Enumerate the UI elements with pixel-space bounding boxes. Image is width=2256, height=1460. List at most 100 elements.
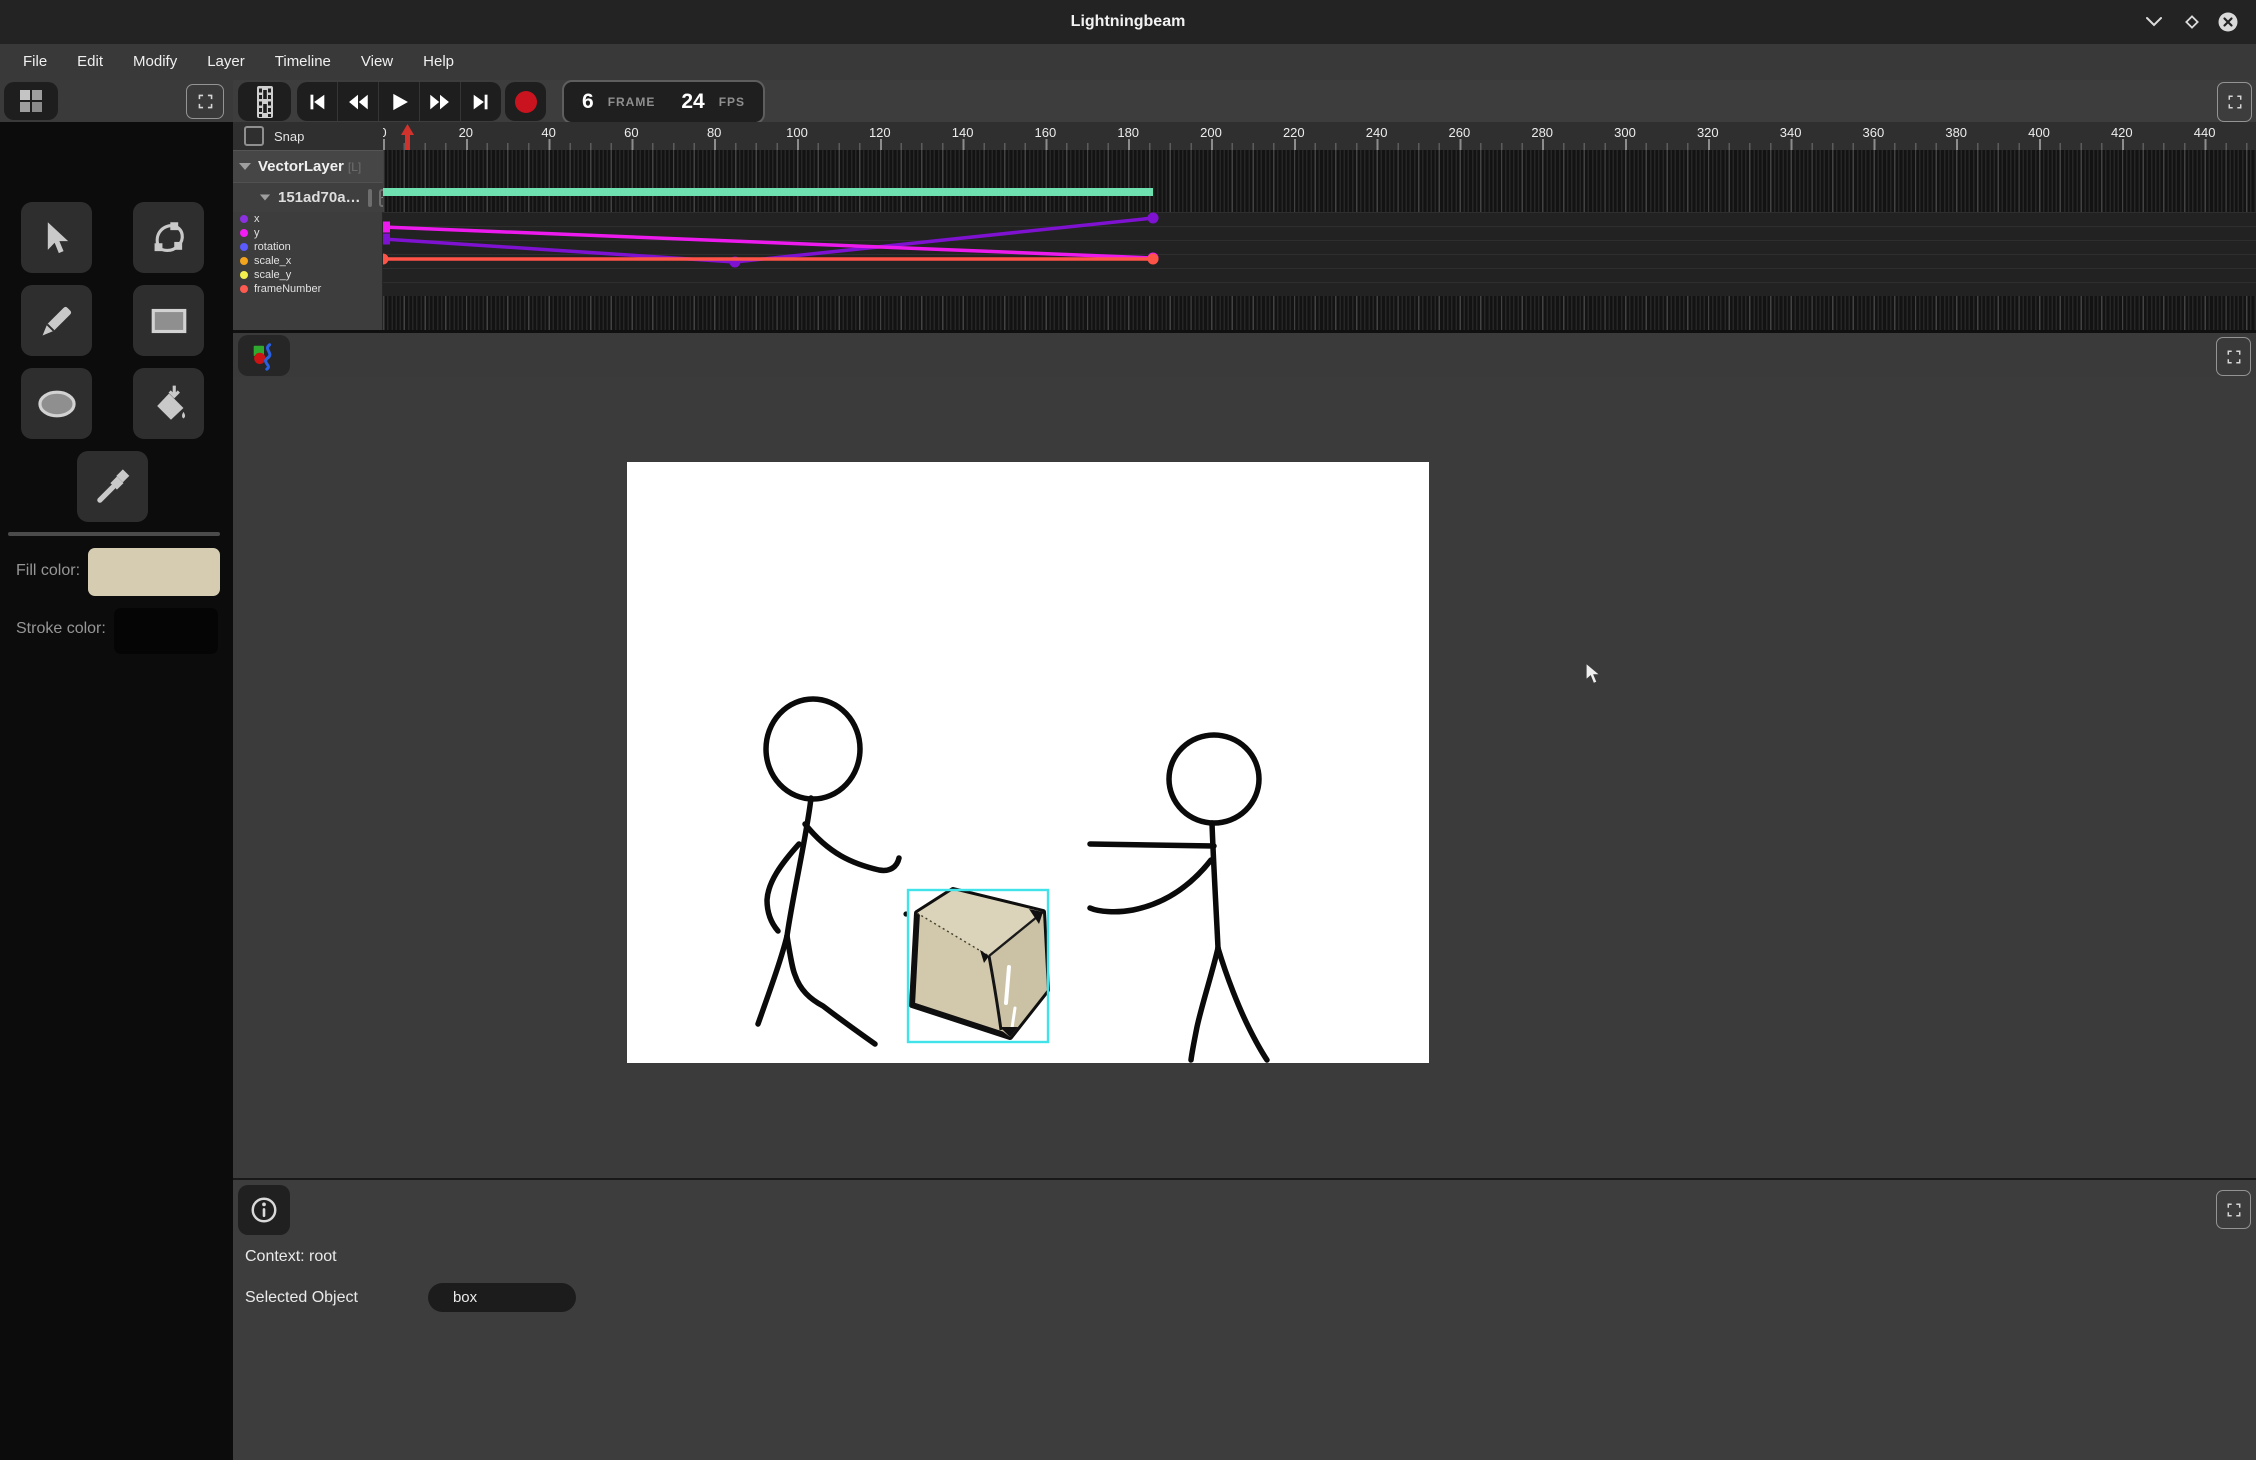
menu-view[interactable]: View — [348, 44, 406, 80]
expand-icon — [2226, 349, 2242, 365]
ruler-label: 380 — [1945, 125, 1967, 140]
frame-label: FRAME — [608, 95, 656, 109]
ellipse-icon — [36, 383, 78, 425]
property-row-y[interactable]: y — [233, 226, 383, 240]
property-color-dot — [240, 229, 248, 237]
keyframe-span-bar[interactable] — [383, 188, 1153, 196]
selected-object-label: Selected Object — [245, 1289, 358, 1307]
property-row-x[interactable]: x — [233, 212, 383, 226]
app-window: Lightningbeam FileEditModifyLayerTimelin… — [0, 0, 2256, 1460]
track-swatch-button[interactable] — [368, 189, 372, 207]
ruler-label: 240 — [1366, 125, 1388, 140]
playhead-marker[interactable] — [400, 124, 415, 150]
play-icon — [386, 89, 412, 115]
close-button[interactable] — [2214, 8, 2242, 36]
snap-checkbox[interactable] — [244, 126, 264, 146]
track-row[interactable]: 151ad70a… ~ — [233, 182, 383, 212]
collapse-caret-icon[interactable] — [260, 195, 270, 201]
canvas-panel-header — [233, 333, 2256, 377]
selected-object-row: Selected Object box — [245, 1283, 576, 1312]
rectangle-tool-button[interactable] — [133, 285, 204, 356]
rewind-button[interactable] — [338, 82, 379, 121]
property-row-scale_y[interactable]: scale_y — [233, 268, 383, 282]
curve-editor-area[interactable] — [383, 212, 2256, 296]
timeline-expand-button[interactable] — [2217, 82, 2252, 122]
fill-color-swatch[interactable] — [88, 548, 220, 596]
select-tool-button[interactable] — [21, 202, 92, 273]
ruler-label: 80 — [707, 125, 721, 140]
menu-timeline[interactable]: Timeline — [262, 44, 344, 80]
keyframe-marker — [1148, 213, 1159, 224]
canvas-area[interactable] — [233, 377, 2256, 1178]
shade-button[interactable] — [2140, 8, 2168, 36]
shapes-icon — [249, 341, 279, 371]
record-icon — [515, 91, 537, 113]
context-text: Context: root — [245, 1248, 337, 1266]
object-track-strip[interactable] — [383, 182, 2256, 212]
film-button[interactable] — [238, 82, 291, 121]
inspector-expand-button[interactable] — [2216, 1190, 2251, 1229]
node-editor-tool-button[interactable] — [133, 202, 204, 273]
property-row-frameNumber[interactable]: frameNumber — [233, 282, 383, 296]
layer-track-strip[interactable] — [383, 150, 2256, 182]
menu-file[interactable]: File — [10, 44, 60, 80]
node-editor-icon — [148, 217, 190, 259]
tools-expand-button[interactable] — [186, 84, 224, 119]
menu-modify[interactable]: Modify — [120, 44, 190, 80]
ruler-label: 360 — [1863, 125, 1885, 140]
skip-to-start-button[interactable] — [297, 82, 338, 121]
layer-name: VectorLayer — [258, 158, 344, 175]
stroke-color-label: Stroke color: — [16, 620, 106, 638]
info-button[interactable] — [238, 1185, 290, 1235]
record-button[interactable] — [505, 82, 546, 121]
timeline-ruler[interactable]: 0204060801001201401601802002202402602803… — [383, 122, 2256, 150]
stroke-color-swatch[interactable] — [114, 608, 218, 654]
property-label: y — [254, 227, 260, 239]
tools-scrollbar[interactable] — [8, 532, 220, 536]
canvas-mode-button[interactable] — [238, 335, 290, 376]
property-row-scale_x[interactable]: scale_x — [233, 254, 383, 268]
property-row-rotation[interactable]: rotation — [233, 240, 383, 254]
expand-icon — [197, 93, 214, 110]
ruler-label: 440 — [2194, 125, 2216, 140]
ellipse-tool-button[interactable] — [21, 368, 92, 439]
keyframe-marker — [383, 254, 389, 265]
snap-row: Snap — [233, 122, 383, 150]
menu-layer[interactable]: Layer — [194, 44, 258, 80]
ruler-label: 0 — [383, 125, 387, 140]
box-object — [903, 890, 1047, 1037]
rewind-icon — [344, 89, 372, 115]
fps-label: FPS — [719, 95, 745, 109]
diamond-icon — [2184, 14, 2200, 30]
panel-grid-button[interactable] — [4, 82, 58, 120]
empty-track-strip[interactable] — [383, 296, 2256, 330]
fast-forward-button[interactable] — [420, 82, 461, 121]
ruler-label: 420 — [2111, 125, 2133, 140]
tools-panel-header — [0, 80, 233, 122]
fast-forward-icon — [426, 89, 454, 115]
fill-color-label: Fill color: — [16, 562, 80, 580]
window-title: Lightningbeam — [0, 0, 2256, 44]
menu-edit[interactable]: Edit — [64, 44, 116, 80]
title-bar: Lightningbeam — [0, 0, 2256, 45]
skip-to-end-button[interactable] — [461, 82, 501, 121]
layer-row[interactable]: VectorLayer [L] — [233, 150, 383, 182]
maximize-button[interactable] — [2178, 8, 2206, 36]
eyedropper-tool-button[interactable] — [77, 451, 148, 522]
ruler-label: 200 — [1200, 125, 1222, 140]
property-label: frameNumber — [254, 283, 321, 295]
track-name: 151ad70a… — [278, 189, 361, 206]
drawing-canvas[interactable] — [627, 462, 1429, 1063]
skip-to-start-icon — [304, 89, 330, 115]
collapse-caret-icon[interactable] — [239, 163, 251, 170]
play-button[interactable] — [379, 82, 420, 121]
ruler-label: 60 — [624, 125, 638, 140]
ruler-label: 160 — [1035, 125, 1057, 140]
menu-help[interactable]: Help — [410, 44, 467, 80]
selected-object-input[interactable]: box — [428, 1283, 576, 1312]
keyframe-marker — [1148, 254, 1159, 265]
tools-panel: Fill color: Stroke color: — [0, 80, 234, 1460]
pencil-tool-button[interactable] — [21, 285, 92, 356]
canvas-expand-button[interactable] — [2216, 337, 2251, 376]
paint-bucket-tool-button[interactable] — [133, 368, 204, 439]
